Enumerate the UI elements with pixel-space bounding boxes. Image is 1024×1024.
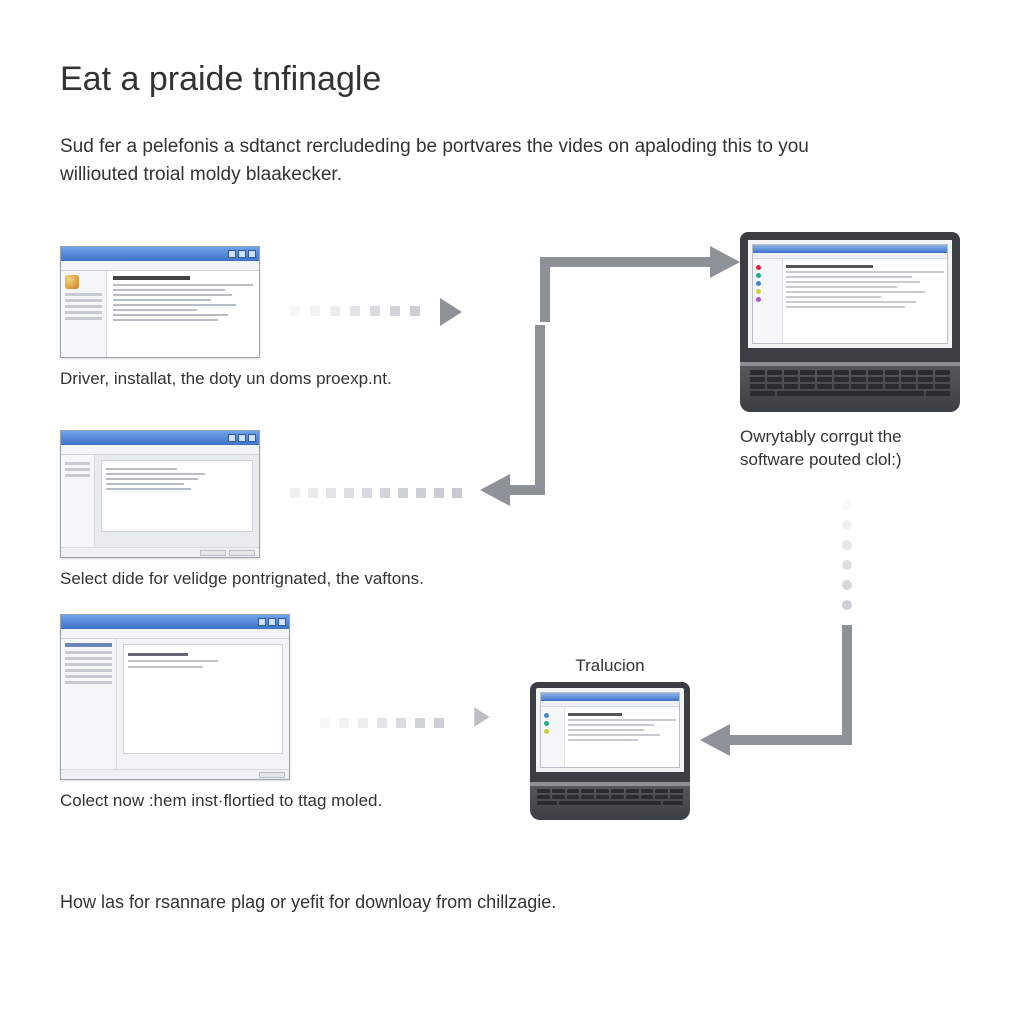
connector-3-icon (700, 620, 870, 760)
laptop-small (530, 682, 690, 820)
laptop-big-caption: Owrytably corrgut the software pouted cl… (740, 426, 970, 472)
step1-caption: Driver, installat, the doty un doms proe… (60, 368, 420, 391)
flow-vdots (842, 500, 852, 610)
footer-text: How las for rsannare plag or yefit for d… (60, 892, 860, 913)
step3-thumbnail (60, 614, 290, 780)
step2-thumbnail (60, 430, 260, 558)
arrow-fade-3-icon (474, 707, 489, 727)
page-title: Eat a praide tnfinagle (60, 60, 964, 99)
arrow-right-1-icon (440, 298, 462, 326)
connector-2-icon (480, 320, 580, 510)
flow-dots-3 (320, 718, 444, 728)
flow-dots-2 (290, 488, 462, 498)
step3-caption: Colect now :hem inst·flortied to ttag mo… (60, 790, 420, 813)
intro-text: Sud fer a pelefonis a sdtanct rercludedi… (60, 133, 840, 188)
laptop-small-label: Tralucion (530, 656, 690, 676)
flow-dots-1 (290, 306, 420, 316)
step2-caption: Select dide for velidge pontrignated, th… (60, 568, 440, 591)
laptop-big (740, 232, 960, 412)
step1-thumbnail (60, 246, 260, 358)
